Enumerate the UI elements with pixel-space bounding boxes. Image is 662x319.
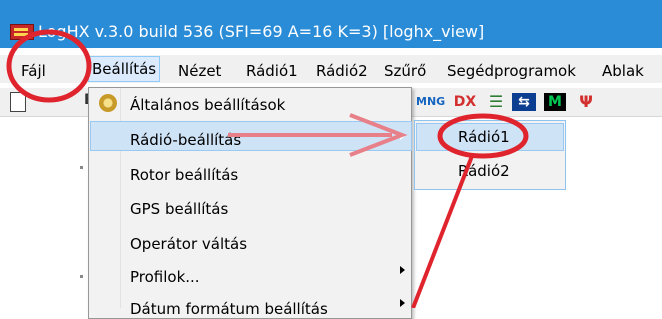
menu-radio2[interactable]: Rádió2	[316, 62, 368, 80]
app-logo-icon	[10, 24, 34, 40]
dx-icon[interactable]: DX	[452, 93, 478, 111]
menu-nezet[interactable]: Nézet	[178, 62, 221, 80]
menu-ablak[interactable]: Ablak	[602, 62, 644, 80]
menu-item-rotor-beallitas[interactable]: Rotor beállítás	[130, 166, 238, 184]
submenu-item-radio2[interactable]: Rádió2	[458, 162, 510, 180]
menu-item-gps-beallitas[interactable]: GPS beállítás	[130, 200, 228, 218]
main-window-area	[0, 117, 88, 308]
menu-segedprogramok[interactable]: Segédprogramok	[447, 62, 576, 80]
submenu-arrow-icon	[400, 299, 405, 307]
menu-item-operator-valtas[interactable]: Operátor váltás	[130, 235, 247, 253]
waveform-icon[interactable]: M	[544, 93, 566, 111]
menu-item-radio-beallitas[interactable]: Rádió-beállítás	[130, 131, 241, 149]
menu-szuro[interactable]: Szűrő	[384, 62, 426, 80]
gear-icon	[99, 94, 117, 112]
window-title: LogHX v.3.0 build 536 (SFI=69 A=16 K=3) …	[38, 22, 485, 41]
list-icon[interactable]: ☰	[486, 93, 506, 111]
menu-radio1[interactable]: Rádió1	[246, 62, 298, 80]
submenu-item-radio1[interactable]: Rádió1	[458, 128, 510, 146]
menu-item-altalanos-beallitasok[interactable]: Általános beállítások	[130, 96, 285, 114]
menu-beallitas[interactable]: Beállítás	[88, 56, 161, 82]
new-document-icon[interactable]	[10, 92, 26, 112]
network-icon[interactable]: ⇆	[512, 93, 536, 111]
main-area-marker	[80, 275, 83, 278]
antenna-icon[interactable]: Ψ	[576, 93, 596, 111]
mng-icon[interactable]: MNG	[416, 93, 445, 111]
main-area-marker	[80, 166, 83, 169]
submenu-arrow-icon	[400, 132, 405, 140]
submenu-arrow-icon	[400, 266, 405, 274]
menu-item-profilok[interactable]: Profilok...	[130, 268, 200, 286]
menu-item-datum-formatum[interactable]: Dátum formátum beállítás	[130, 300, 328, 318]
menu-fajl[interactable]: Fájl	[21, 62, 46, 80]
